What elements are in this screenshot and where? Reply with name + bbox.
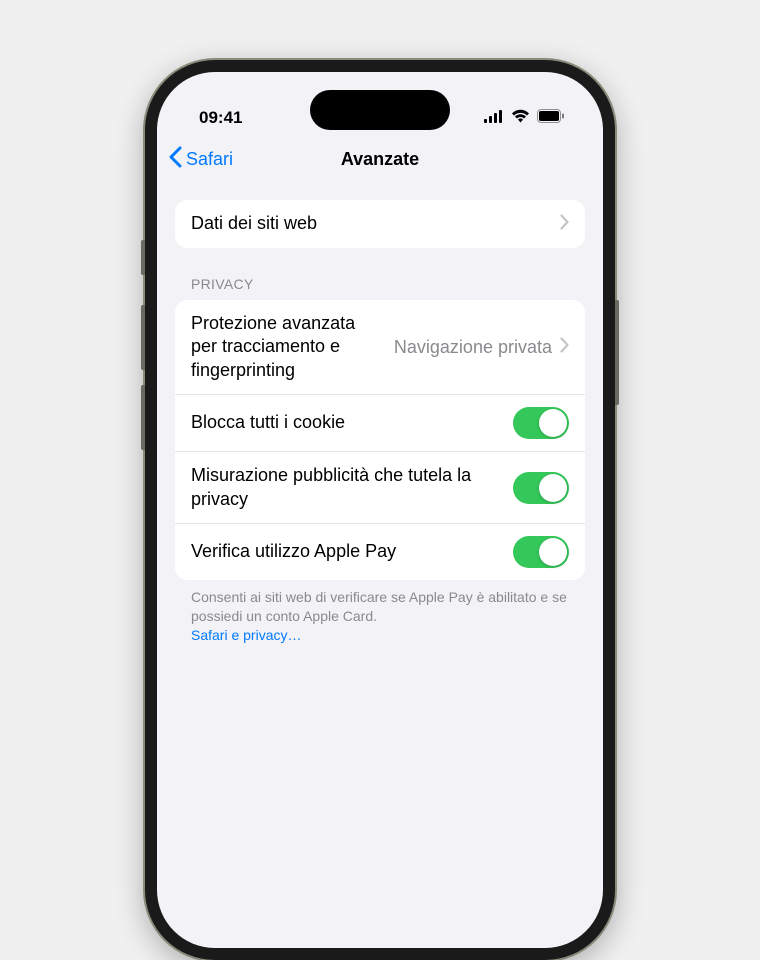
phone-frame: 09:41 Safari Avanzate bbox=[145, 60, 615, 960]
row-label: Blocca tutti i cookie bbox=[191, 411, 505, 434]
volume-up-button bbox=[141, 305, 145, 370]
back-label: Safari bbox=[186, 149, 233, 170]
row-ad-measurement: Misurazione pubblicità che tutela la pri… bbox=[175, 451, 585, 523]
dynamic-island bbox=[310, 90, 450, 130]
group-header-privacy: Privacy bbox=[175, 248, 585, 300]
toggle-apple-pay-check[interactable] bbox=[513, 536, 569, 568]
row-block-cookies: Blocca tutti i cookie bbox=[175, 394, 585, 451]
row-label: Dati dei siti web bbox=[191, 212, 552, 235]
back-button[interactable]: Safari bbox=[169, 146, 233, 173]
row-label: Misurazione pubblicità che tutela la pri… bbox=[191, 464, 505, 511]
footer-text: Consenti ai siti web di verificare se Ap… bbox=[175, 580, 585, 645]
nav-bar: Safari Avanzate bbox=[157, 134, 603, 184]
chevron-right-icon bbox=[560, 337, 569, 358]
screen: 09:41 Safari Avanzate bbox=[157, 72, 603, 948]
settings-group-general: Dati dei siti web bbox=[175, 200, 585, 248]
status-icons bbox=[484, 108, 565, 128]
row-website-data[interactable]: Dati dei siti web bbox=[175, 200, 585, 248]
row-apple-pay-check: Verifica utilizzo Apple Pay bbox=[175, 523, 585, 580]
settings-group-privacy: Protezione avanzata per tracciamento e f… bbox=[175, 300, 585, 580]
status-time: 09:41 bbox=[199, 108, 242, 128]
wifi-icon bbox=[511, 108, 530, 128]
footer-link-privacy[interactable]: Safari e privacy… bbox=[191, 627, 301, 643]
chevron-right-icon bbox=[560, 214, 569, 235]
silence-switch bbox=[141, 240, 145, 275]
cellular-icon bbox=[484, 108, 504, 128]
battery-icon bbox=[537, 108, 565, 128]
chevron-left-icon bbox=[169, 146, 182, 173]
row-label: Verifica utilizzo Apple Pay bbox=[191, 540, 505, 563]
toggle-ad-measurement[interactable] bbox=[513, 472, 569, 504]
toggle-block-cookies[interactable] bbox=[513, 407, 569, 439]
content: Dati dei siti web Privacy Protezione ava… bbox=[157, 184, 603, 645]
volume-down-button bbox=[141, 385, 145, 450]
power-button bbox=[615, 300, 619, 405]
row-value: Navigazione privata bbox=[394, 337, 552, 358]
row-tracking-protection[interactable]: Protezione avanzata per tracciamento e f… bbox=[175, 300, 585, 394]
row-label: Protezione avanzata per tracciamento e f… bbox=[191, 312, 386, 382]
footer-description: Consenti ai siti web di verificare se Ap… bbox=[191, 589, 567, 624]
side-buttons-right bbox=[615, 300, 619, 405]
